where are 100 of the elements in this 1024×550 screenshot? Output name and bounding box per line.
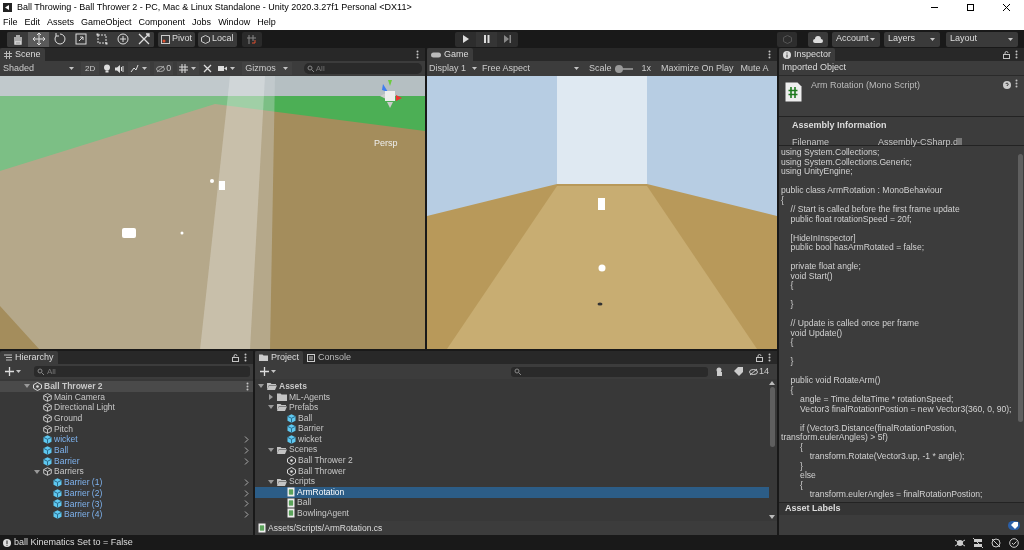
menu-item[interactable]: Window bbox=[218, 15, 251, 30]
cloud-button[interactable] bbox=[808, 31, 828, 47]
custom-tool-icon bbox=[136, 32, 151, 46]
add-button[interactable] bbox=[258, 365, 279, 378]
hierarchy-item[interactable]: Pitch bbox=[54, 422, 73, 436]
hierarchy-item[interactable]: wicket bbox=[54, 433, 78, 447]
project-item[interactable]: BowlingAgent bbox=[255, 508, 769, 519]
menu-item[interactable]: File bbox=[3, 15, 18, 30]
menu-item[interactable]: Assets bbox=[47, 15, 75, 30]
project-item[interactable]: wicket bbox=[255, 433, 769, 445]
aspect-dropdown[interactable]: Free Aspect bbox=[482, 62, 582, 75]
display-dropdown[interactable]: Display 1 bbox=[429, 62, 480, 75]
panel-tab[interactable]: Hierarchy bbox=[0, 351, 58, 364]
2d-toggle[interactable]: 2D bbox=[81, 62, 100, 75]
project-item[interactable]: Ball bbox=[255, 497, 769, 509]
hidden-packages-toggle[interactable]: 14 bbox=[749, 365, 769, 378]
caret-icon bbox=[573, 65, 580, 72]
shading-dropdown[interactable]: Shaded bbox=[3, 62, 77, 75]
hierarchy-item[interactable]: Ball bbox=[54, 444, 69, 457]
light-icon bbox=[103, 64, 112, 73]
pivot-button[interactable]: Pivot bbox=[158, 31, 195, 47]
code-text: using System.Collections; using System.Collections.Generic; using UnityEngine; public class ArmRotation : MonoBehaviour { // Start is called before the first frame update public float rotationSpeed = 20f; [HideInInspector] public bool hasArmRotated = false; private float angle; void Start() { } // Update is called once per frame void Update() { } public void RotateArm() { angle = Time.deltaTime * rotationSpeed; Vector3 finalRotationPostion = new Vector3(360, 0, 90); if (Vector3.Distance(finalRotationPostion, transform.eulerAngles) > 5f) { transform.Rotate(Vector3.up, -1 * angle); } else { transform.eulerAngles = finalRotationPostion; bbox=[780, 147, 1013, 501]
caret-icon bbox=[270, 368, 277, 375]
effects-icon bbox=[130, 64, 140, 73]
script-file-icon bbox=[258, 523, 266, 533]
project-item[interactable]: Barrier bbox=[255, 423, 769, 434]
search-icon bbox=[306, 65, 314, 72]
slider-thumb[interactable] bbox=[614, 64, 623, 73]
project-item[interactable]: Prefabs bbox=[255, 402, 769, 413]
filter-type-icon bbox=[715, 367, 725, 376]
menu-icon bbox=[768, 353, 771, 362]
rect-tool-icon bbox=[94, 32, 109, 46]
file-path: Assets/Scripts/ArmRotation.cs bbox=[268, 521, 383, 535]
menu-item[interactable]: Component bbox=[138, 15, 186, 30]
project-item[interactable]: Ball bbox=[255, 412, 769, 424]
rotate-tool-icon bbox=[52, 32, 67, 46]
cloud-icon bbox=[813, 35, 823, 43]
hierarchy-item[interactable]: Barriers bbox=[54, 465, 84, 479]
menu-item[interactable]: Help bbox=[257, 15, 276, 30]
layers-dropdown[interactable]: Layers bbox=[884, 31, 940, 47]
open-folder-icon bbox=[267, 382, 277, 391]
tag-icon bbox=[733, 367, 743, 376]
menu-item[interactable]: Jobs bbox=[192, 15, 212, 30]
menu-icon bbox=[1015, 50, 1018, 59]
field-label: Filename bbox=[792, 135, 830, 148]
tool-button[interactable] bbox=[28, 31, 49, 47]
scrollbar[interactable] bbox=[769, 381, 775, 519]
hierarchy-item[interactable]: Directional Light bbox=[54, 401, 115, 415]
gizmos-dropdown[interactable]: Gizmos bbox=[242, 62, 292, 75]
hierarchy-item[interactable]: Barrier (1) bbox=[64, 476, 103, 489]
project-item[interactable]: ML-Agents bbox=[255, 391, 769, 403]
project-item[interactable]: Scripts bbox=[255, 476, 769, 487]
scale-label: Scale bbox=[589, 61, 612, 75]
hierarchy-item[interactable]: Barrier (3) bbox=[64, 497, 103, 511]
effects-dropdown[interactable] bbox=[128, 62, 151, 75]
hierarchy-item[interactable]: Main Camera bbox=[54, 390, 106, 404]
check-icon bbox=[1009, 537, 1019, 548]
project-item[interactable]: Ball Thrower 2 bbox=[255, 455, 769, 466]
project-item[interactable]: Ball Thrower bbox=[255, 465, 769, 477]
grid-dropdown[interactable] bbox=[177, 62, 200, 75]
maximize-icon bbox=[966, 3, 975, 12]
hierarchy-item[interactable]: Ground bbox=[54, 412, 83, 425]
hierarchy-item[interactable]: Barrier (4) bbox=[64, 508, 103, 521]
scroll-down-icon bbox=[769, 515, 775, 519]
account-dropdown[interactable]: Account bbox=[832, 31, 880, 47]
menu-icon bbox=[1015, 79, 1018, 88]
menu-item[interactable]: GameObject bbox=[81, 15, 132, 30]
grid-icon bbox=[4, 50, 12, 59]
pause-icon bbox=[482, 35, 490, 43]
pause-button[interactable] bbox=[475, 31, 497, 47]
gamepad-icon bbox=[431, 51, 441, 58]
menu-icon bbox=[244, 353, 247, 362]
hidden-eye-icon bbox=[156, 64, 166, 73]
hierarchy-item[interactable]: Barrier bbox=[54, 454, 80, 468]
script-title: Arm Rotation (Mono Script) bbox=[811, 79, 921, 92]
layout-dropdown[interactable]: Layout bbox=[946, 31, 1018, 47]
section-title: Assembly Information bbox=[792, 119, 888, 132]
project-item[interactable]: ArmRotation bbox=[255, 486, 769, 498]
panel-tab[interactable]: Inspector bbox=[779, 48, 836, 61]
audio-icon bbox=[115, 64, 125, 73]
grid-snap-button[interactable] bbox=[241, 31, 262, 47]
scrollbar[interactable] bbox=[1018, 154, 1023, 422]
local-button[interactable]: Local bbox=[198, 31, 237, 47]
mute-audio-toggle[interactable]: Mute A bbox=[738, 62, 771, 75]
maximize-on-play-toggle[interactable]: Maximize On Play bbox=[659, 62, 736, 75]
labels-button[interactable] bbox=[1008, 520, 1020, 530]
panel-tab[interactable]: Project bbox=[255, 351, 303, 364]
search-field[interactable] bbox=[511, 366, 708, 377]
panel-tab[interactable]: Scene bbox=[0, 48, 45, 61]
filter-label-button[interactable] bbox=[732, 365, 744, 378]
panel-tab[interactable]: Game bbox=[427, 48, 473, 61]
scale-slider[interactable] bbox=[614, 64, 633, 73]
add-button[interactable] bbox=[3, 365, 24, 378]
caret-icon bbox=[15, 368, 22, 375]
menu-item[interactable]: Edit bbox=[24, 15, 41, 30]
grid-icon bbox=[179, 64, 189, 73]
hidden-objects-toggle[interactable]: 0 bbox=[154, 62, 174, 75]
hierarchy-item[interactable]: Barrier (2) bbox=[64, 486, 103, 500]
project-item[interactable]: Assets bbox=[255, 381, 769, 392]
project-item[interactable]: Scenes bbox=[255, 444, 769, 456]
